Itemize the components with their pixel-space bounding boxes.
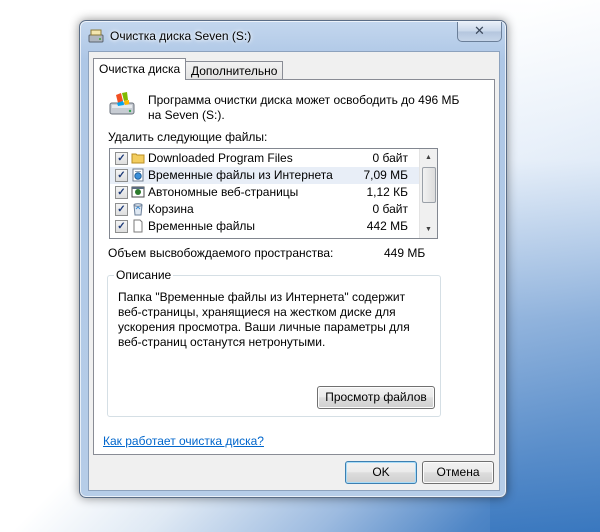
file-size: 0 байт (372, 151, 408, 165)
file-name: Автономные веб-страницы (148, 185, 299, 199)
list-item[interactable]: ✓ Временные файлы 442 МБ (110, 218, 420, 235)
offline-pages-icon (131, 186, 145, 198)
file-name: Временные файлы из Интернета (148, 168, 333, 182)
list-item[interactable]: ✓ Временные файлы из Интернета 7,09 МБ (110, 167, 420, 184)
checkbox[interactable]: ✓ (115, 152, 128, 165)
ok-button[interactable]: OK (345, 461, 417, 484)
scroll-down-arrow-icon[interactable]: ▼ (420, 221, 437, 238)
checkbox[interactable]: ✓ (115, 186, 128, 199)
document-icon (133, 219, 143, 233)
files-to-delete-label: Удалить следующие файлы: (108, 130, 268, 144)
file-name: Временные файлы (148, 219, 256, 233)
description-group: Описание Папка "Временные файлы из Интер… (107, 268, 441, 417)
file-size: 1,12 КБ (366, 185, 408, 199)
drive-cleanup-icon (109, 92, 135, 115)
scroll-up-arrow-icon[interactable]: ▲ (420, 149, 437, 166)
close-icon: ✕ (474, 23, 485, 38)
checkbox[interactable]: ✓ (115, 220, 128, 233)
disk-cleanup-window: Очистка диска Seven (S:) ✕ Очистка диска… (79, 20, 507, 498)
window-title: Очистка диска Seven (S:) (110, 29, 252, 43)
recycle-bin-icon (133, 203, 143, 216)
close-button[interactable]: ✕ (457, 22, 502, 42)
space-to-free-value: 449 МБ (384, 246, 426, 260)
folder-icon (131, 153, 145, 164)
tab-panel: Программа очистки диска может освободить… (93, 79, 495, 455)
description-legend: Описание (114, 268, 174, 282)
view-files-button[interactable]: Просмотр файлов (317, 386, 435, 409)
title-bar[interactable]: Очистка диска Seven (S:) ✕ (80, 21, 506, 51)
internet-files-icon (132, 168, 144, 182)
file-size: 0 байт (372, 202, 408, 216)
checkbox[interactable]: ✓ (115, 203, 128, 216)
list-item[interactable]: ✓ Автономные веб-страницы 1,12 КБ (110, 184, 420, 201)
tab-advanced[interactable]: Дополнительно (185, 61, 284, 80)
file-name: Downloaded Program Files (148, 151, 293, 165)
dialog-client-area: Очистка диска Дополнительно Программа оч… (88, 51, 500, 491)
how-cleanup-works-link[interactable]: Как работает очистка диска? (103, 434, 264, 448)
file-size: 442 МБ (366, 219, 408, 233)
cancel-button[interactable]: Отмена (422, 461, 494, 484)
file-size: 7,09 МБ (363, 168, 408, 182)
checkbox[interactable]: ✓ (115, 169, 128, 182)
files-list[interactable]: ✓ Downloaded Program Files 0 байт ✓ Врем… (109, 148, 438, 239)
list-scrollbar[interactable]: ▲ ▼ (419, 149, 437, 238)
list-item[interactable]: ✓ Downloaded Program Files 0 байт (110, 150, 420, 167)
tab-disk-cleanup[interactable]: Очистка диска (93, 58, 187, 80)
scroll-thumb[interactable] (422, 167, 436, 203)
intro-text: Программа очистки диска может освободить… (148, 93, 460, 122)
space-to-free-label: Объем высвобождаемого пространства: (108, 246, 334, 260)
list-item[interactable]: ✓ Корзина 0 байт (110, 201, 420, 218)
disk-cleanup-app-icon (88, 29, 104, 43)
description-text: Папка "Временные файлы из Интернета" сод… (118, 290, 410, 349)
file-name: Корзина (148, 202, 194, 216)
